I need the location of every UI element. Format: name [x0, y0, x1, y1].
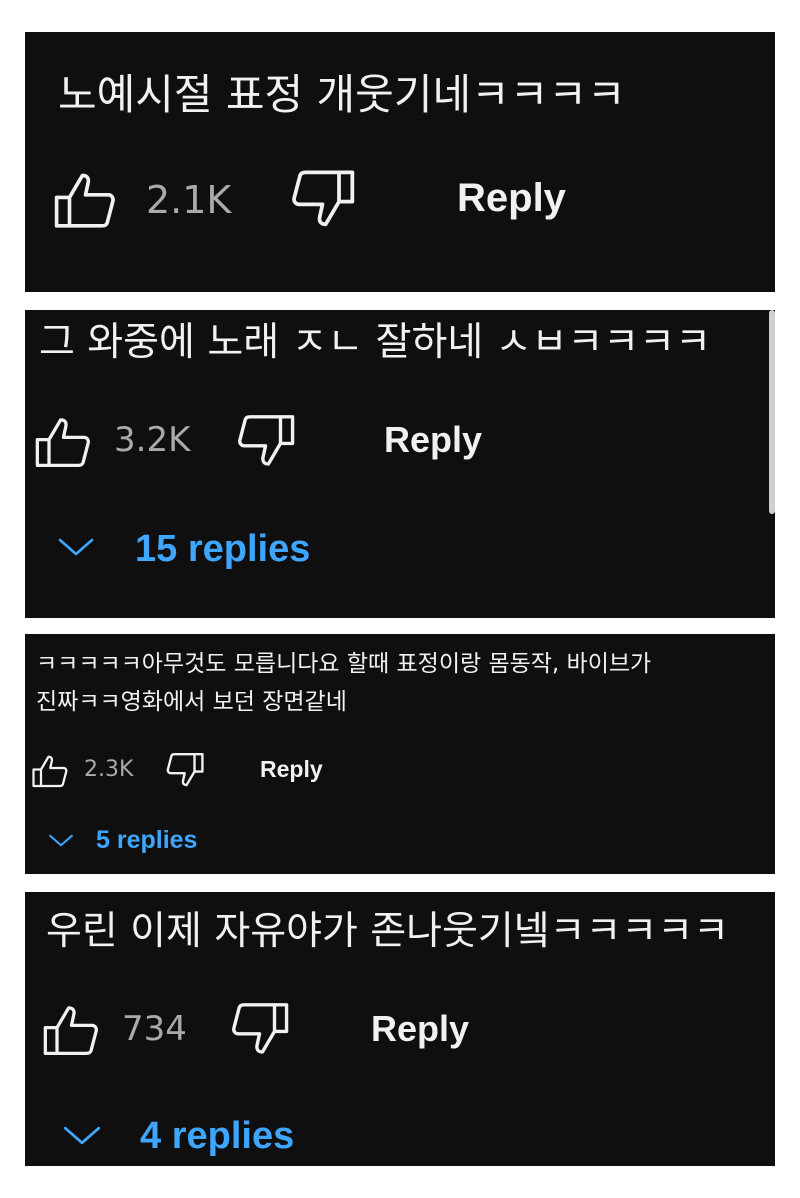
thumbs-down-icon[interactable]: [231, 1002, 289, 1056]
like-count: 2.3K: [84, 757, 134, 782]
like-count: 3.2K: [114, 420, 191, 460]
comment-card: 우린 이제 자유야가 존나웃기넼ㅋㅋㅋㅋㅋ 734 Reply 4 replie…: [25, 892, 775, 1166]
thumbs-up-icon[interactable]: [32, 754, 68, 788]
comment-card: 노예시절 표정 개웃기네ㅋㅋㅋㅋ 2.1K Reply: [25, 32, 775, 292]
view-replies-button[interactable]: 4 replies: [140, 1113, 294, 1159]
chevron-down-icon[interactable]: [62, 1124, 102, 1147]
thumbs-down-icon[interactable]: [166, 752, 204, 788]
comment-text-line-1: ㅋㅋㅋㅋㅋ아무것도 모릅니다요 할때 표정이랑 몸동작, 바이브가: [36, 651, 652, 677]
like-count: 734: [122, 1009, 187, 1049]
thumbs-up-icon[interactable]: [54, 171, 116, 229]
scrollbar[interactable]: [769, 310, 775, 514]
thumbs-up-icon[interactable]: [43, 1004, 99, 1056]
view-replies-button[interactable]: 15 replies: [135, 526, 310, 572]
thumbs-up-icon[interactable]: [35, 416, 91, 468]
reply-button[interactable]: Reply: [371, 1007, 469, 1051]
comment-card: ㅋㅋㅋㅋㅋ아무것도 모릅니다요 할때 표정이랑 몸동작, 바이브가 진짜ㅋㅋ영화…: [25, 634, 775, 874]
like-count: 2.1K: [146, 178, 232, 222]
comment-text: 그 와중에 노래 ㅈㄴ 잘하네 ㅅㅂㅋㅋㅋㅋ: [39, 320, 711, 365]
view-replies-button[interactable]: 5 replies: [96, 824, 197, 856]
chevron-down-icon[interactable]: [48, 833, 74, 848]
comment-text-line-2: 진짜ㅋㅋ영화에서 보던 장면같네: [36, 689, 347, 715]
comment-card: 그 와중에 노래 ㅈㄴ 잘하네 ㅅㅂㅋㅋㅋㅋ 3.2K Reply 15 rep…: [25, 310, 775, 618]
reply-button[interactable]: Reply: [384, 418, 482, 462]
reply-button[interactable]: Reply: [260, 754, 323, 784]
thumbs-down-icon[interactable]: [237, 414, 295, 468]
comment-text: 노예시절 표정 개웃기네ㅋㅋㅋㅋ: [58, 70, 626, 119]
reply-button[interactable]: Reply: [457, 174, 566, 222]
chevron-down-icon[interactable]: [57, 536, 95, 558]
comment-text: 우린 이제 자유야가 존나웃기넼ㅋㅋㅋㅋㅋ: [46, 909, 730, 954]
thumbs-down-icon[interactable]: [291, 169, 355, 229]
